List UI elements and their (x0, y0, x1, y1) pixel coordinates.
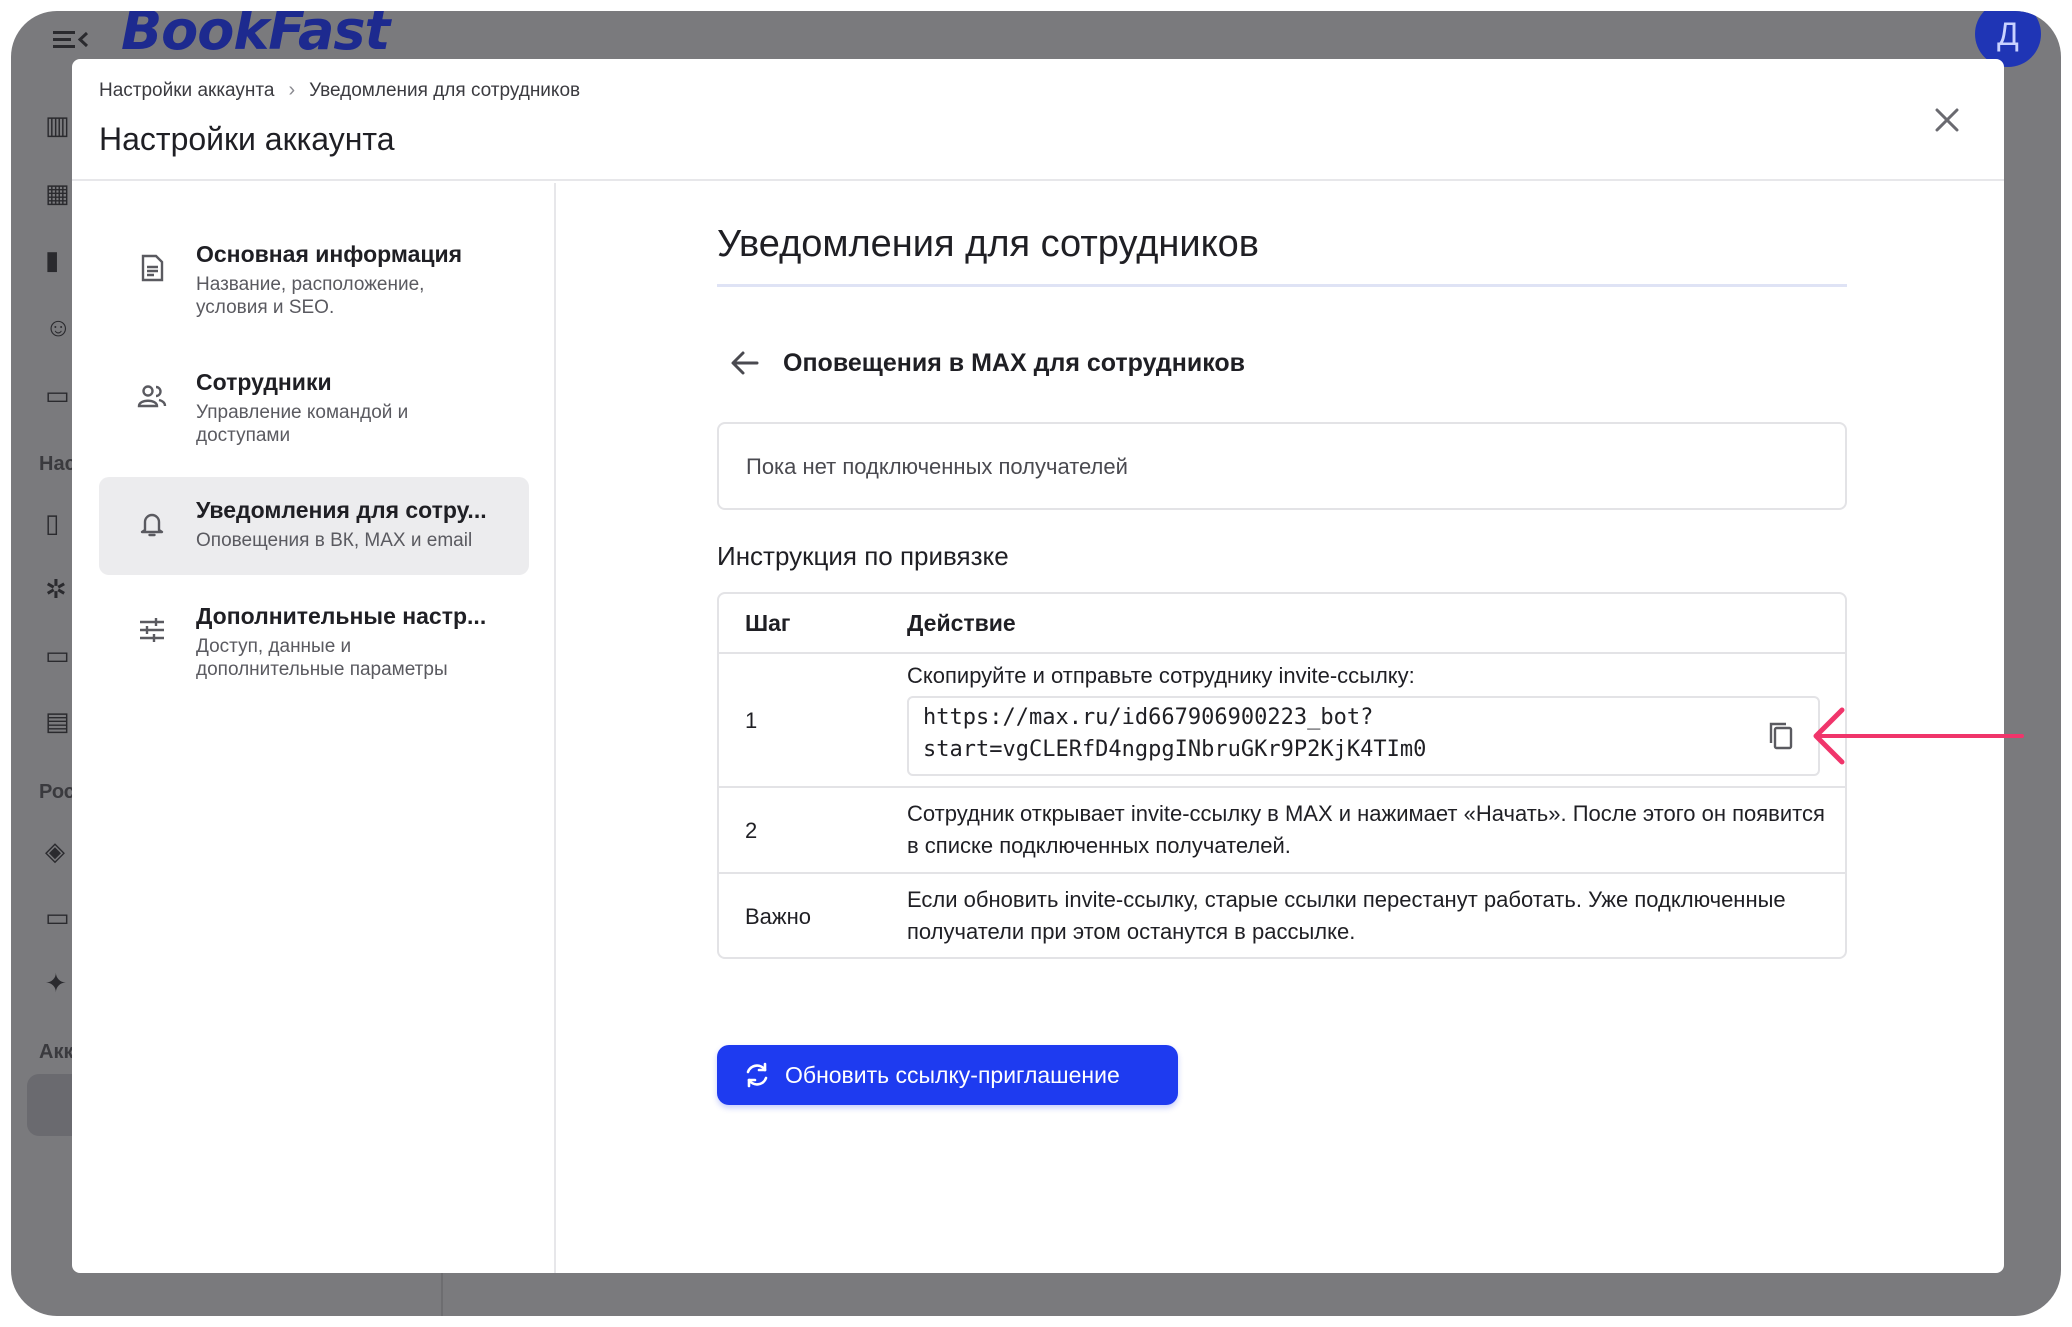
table-row: 2 Сотрудник открывает invite-ссылку в MA… (719, 788, 1845, 874)
refresh-button-label: Обновить ссылку-приглашение (785, 1061, 1120, 1088)
section-label: Рос (39, 781, 75, 803)
table-row: Важно Если обновить invite-ссылку, стары… (719, 874, 1845, 959)
close-icon[interactable] (1930, 103, 1964, 137)
chat-icon[interactable]: ▭ (45, 381, 75, 409)
step-number: 1 (745, 708, 758, 733)
party-icon[interactable]: ✦ (45, 969, 75, 997)
refresh-invite-link-button[interactable]: Обновить ссылку-приглашение (717, 1045, 1178, 1105)
settings-sidebar: Основная информация Название, расположен… (72, 183, 556, 1273)
sidebar-item-employees[interactable]: Сотрудники Управление командой и доступа… (99, 349, 529, 447)
brand-logo[interactable]: BookFast (121, 11, 390, 62)
annotation-arrow-icon (1813, 707, 2024, 765)
sliders-icon (140, 618, 164, 642)
arrow-back-icon[interactable] (725, 343, 765, 383)
breadcrumb-current: Уведомления для сотрудников (309, 79, 581, 101)
sidebar-item-title: Сотрудники (196, 369, 332, 395)
section-header: Оповещения в MAX для сотрудников (717, 343, 1245, 383)
column-header-step: Шаг (745, 610, 791, 636)
sidebar-item-title: Основная информация (196, 241, 463, 267)
copy-icon[interactable] (1766, 720, 1796, 752)
book-icon[interactable]: ▮ (45, 246, 75, 274)
section-label: Акк (39, 1041, 74, 1063)
sidebar-item-subtitle: Управление командой и доступами (196, 402, 409, 446)
table-header-row: Шаг Действие (719, 594, 1845, 654)
step-action: Скопируйте и отправьте сотруднику invite… (907, 663, 1415, 688)
recipients-empty-state: Пока нет подключенных получателей (717, 422, 1847, 510)
page-heading: Уведомления для сотрудников (717, 223, 1259, 265)
menu-collapse-icon[interactable] (51, 25, 91, 55)
sidebar-item-main-info[interactable]: Основная информация Название, расположен… (99, 221, 529, 319)
sidebar-item-subtitle: Доступ, данные и дополнительные параметр… (196, 636, 448, 680)
tag-icon[interactable]: ◈ (45, 837, 75, 865)
table-row: 1 Скопируйте и отправьте сотруднику invi… (719, 654, 1845, 788)
section-title: Оповещения в MAX для сотрудников (783, 348, 1246, 377)
step-number: Важно (745, 904, 812, 929)
bell-icon (140, 513, 164, 537)
column-header-action: Действие (907, 610, 1016, 636)
users-icon[interactable]: ☺ (45, 313, 75, 341)
table-icon[interactable]: ▤ (45, 707, 75, 735)
document-icon (141, 254, 164, 282)
account-settings-modal: Настройки аккаунта › Уведомления для сот… (72, 59, 2004, 1273)
sidebar-item-title: Уведомления для сотру... (196, 497, 487, 523)
step-number: 2 (745, 818, 758, 843)
sidebar-item-title: Дополнительные настр... (196, 603, 487, 629)
sidebar-item-additional-settings[interactable]: Дополнительные настр... Доступ, данные и… (99, 583, 529, 681)
invite-link-line1: https://max.ru/id667906900223_bot? (923, 705, 1374, 730)
door-icon[interactable]: ▯ (45, 509, 75, 537)
instructions-title: Инструкция по привязке (717, 541, 1009, 571)
invite-link-field[interactable]: https://max.ru/id667906900223_bot? start… (907, 696, 1820, 776)
sidebar-item-notifications[interactable]: Уведомления для сотру... Оповещения в ВК… (99, 477, 529, 575)
sidebar-item-subtitle: Название, расположение, условия и SEO. (196, 274, 425, 318)
step-action: Если обновить invite-ссылку, старые ссыл… (907, 887, 1786, 944)
refresh-icon (746, 1062, 768, 1088)
instructions-table: Шаг Действие 1 Скопируйте и отправьте со… (717, 592, 1847, 959)
monitor-icon[interactable]: ▭ (45, 641, 75, 669)
sidebar-item-subtitle: Оповещения в ВК, MAX и email (196, 530, 473, 551)
modal-title: Настройки аккаунта (99, 121, 395, 157)
heading-underline (717, 284, 1847, 287)
network-icon[interactable]: ✲ (45, 575, 75, 603)
section-label: Нас (39, 453, 76, 475)
main-content: Уведомления для сотрудников Оповещения в… (717, 183, 1847, 1273)
breadcrumb-item[interactable]: Настройки аккаунта (99, 80, 274, 102)
modal-header: Настройки аккаунта › Уведомления для сот… (72, 59, 2004, 181)
ticket-icon[interactable]: ▭ (45, 903, 75, 931)
dashboard-icon[interactable]: ▦ (45, 179, 75, 207)
step-action: Сотрудник открывает invite-ссылку в MAX … (907, 801, 1825, 858)
breadcrumb: Настройки аккаунта › Уведомления для сот… (99, 79, 580, 102)
chevron-right-icon: › (288, 79, 296, 101)
layout-icon[interactable]: ▥ (45, 111, 75, 139)
invite-link-line2: start=vgCLERfD4ngpgINbruGKr9P2KjK4TIm0 (923, 737, 1427, 762)
people-icon (137, 385, 167, 408)
